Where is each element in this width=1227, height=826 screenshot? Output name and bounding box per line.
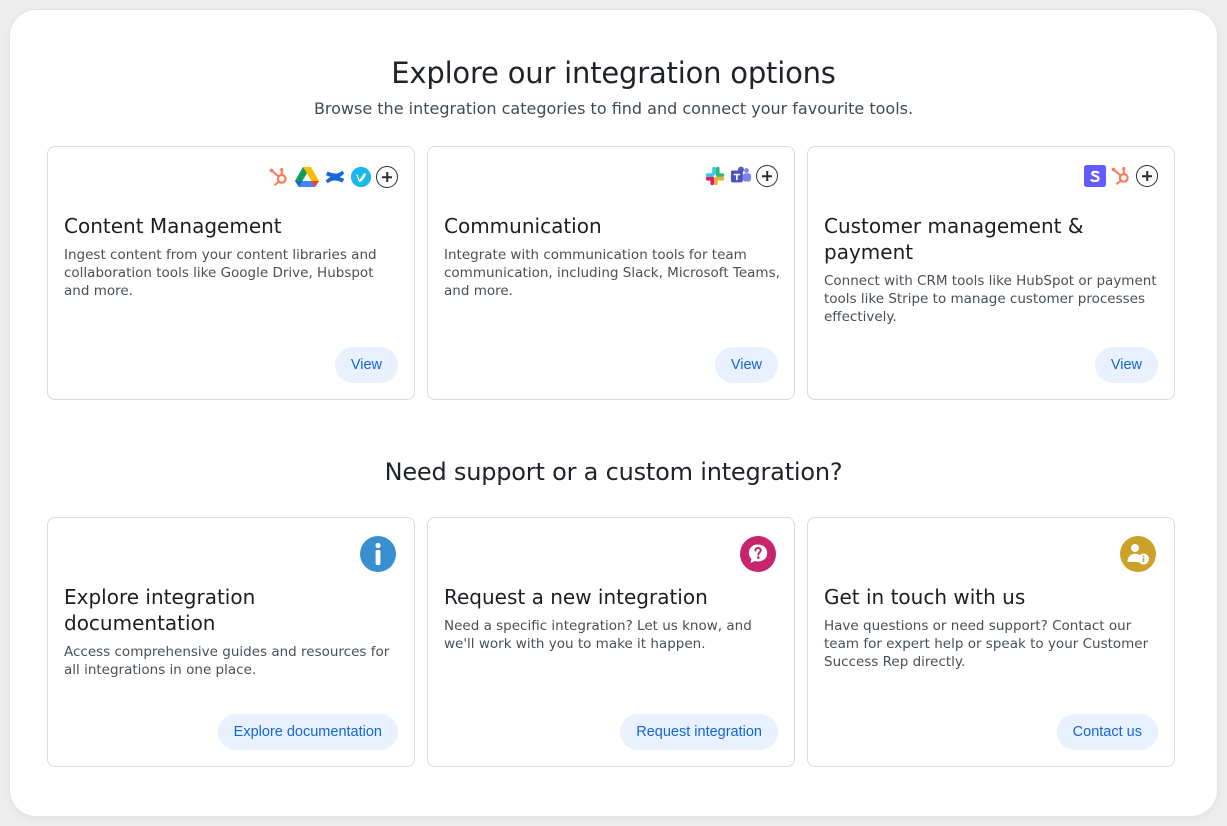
card-description: Ingest content from your content librari… (64, 247, 377, 299)
question-chat-icon (740, 536, 776, 572)
contact-us-button[interactable]: Contact us (1056, 714, 1158, 750)
card-title: Content Management (64, 214, 282, 238)
support-card-documentation: Explore integration documentation Access… (47, 517, 415, 767)
category-card-customer-management: Customer management & payment Connect wi… (807, 146, 1175, 400)
card-title: Explore integration documentation (64, 585, 256, 635)
view-button[interactable]: View (334, 347, 398, 383)
stripe-icon (1084, 165, 1106, 187)
google-drive-icon (295, 167, 319, 187)
hubspot-icon (269, 168, 287, 187)
view-button[interactable]: View (714, 347, 778, 383)
integration-icons (704, 165, 778, 187)
microsoft-teams-icon (730, 166, 752, 183)
vimeo-icon (350, 166, 372, 188)
plus-icon[interactable] (376, 166, 398, 188)
page-subtitle: Browse the integration categories to fin… (313, 99, 914, 118)
support-section-title: Need support or a custom integration? (384, 458, 843, 486)
confluence-icon (325, 170, 345, 184)
plus-icon[interactable] (1136, 165, 1158, 187)
card-description: Need a specific integration? Let us know… (444, 618, 752, 652)
integration-icons (1084, 165, 1158, 187)
slack-icon (705, 166, 725, 186)
card-title: Customer management & payment (824, 214, 1084, 264)
request-integration-button[interactable]: Request integration (620, 714, 778, 750)
support-card-request-integration: Request a new integration Need a specifi… (427, 517, 795, 767)
card-description: Have questions or need support? Contact … (824, 618, 1149, 670)
person-info-icon (1120, 536, 1156, 572)
view-button[interactable]: View (1094, 347, 1158, 383)
support-card-contact: Get in touch with us Have questions or n… (807, 517, 1175, 767)
card-description: Access comprehensive guides and resource… (64, 644, 390, 678)
explore-documentation-button[interactable]: Explore documentation (217, 714, 398, 750)
card-description: Integrate with communication tools for t… (444, 247, 780, 299)
card-title: Request a new integration (444, 585, 708, 609)
category-card-content-management: Content Management Ingest content from y… (47, 146, 415, 400)
card-title: Communication (444, 214, 602, 238)
page-title: Explore our integration options (391, 56, 836, 90)
hubspot-icon (1111, 167, 1129, 186)
category-card-communication: Communication Integrate with communicati… (427, 146, 795, 400)
info-icon (360, 536, 396, 572)
card-title: Get in touch with us (824, 585, 1026, 609)
card-description: Connect with CRM tools like HubSpot or p… (824, 273, 1157, 325)
plus-icon[interactable] (756, 165, 778, 187)
integration-icons (268, 165, 398, 189)
